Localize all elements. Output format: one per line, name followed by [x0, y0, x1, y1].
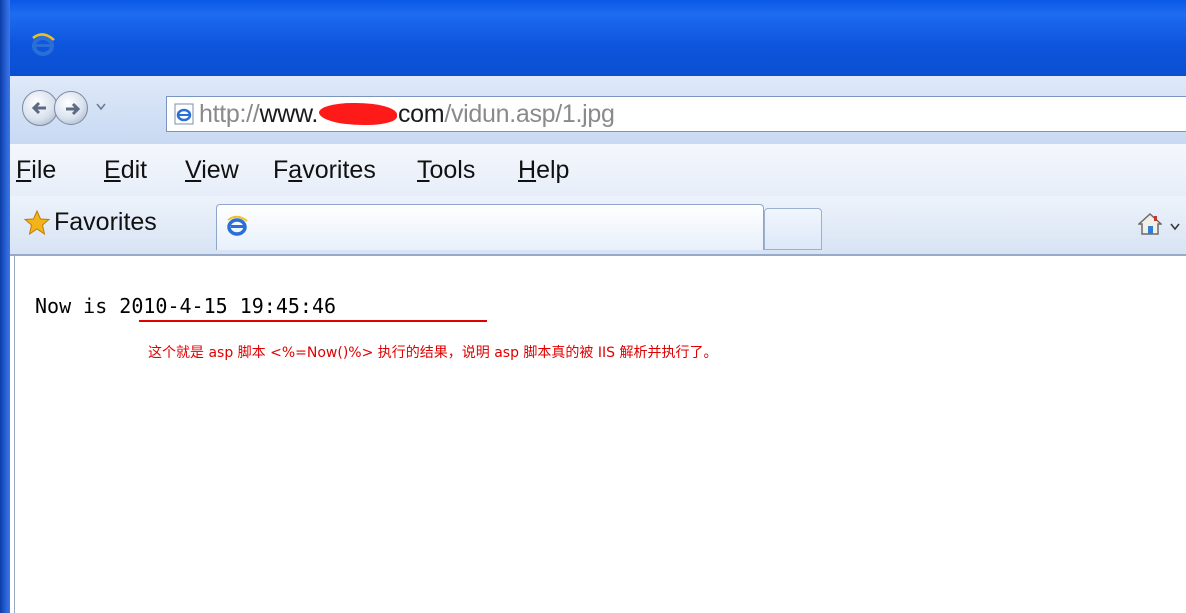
- menu-file[interactable]: File: [16, 156, 56, 185]
- home-icon[interactable]: [1138, 212, 1162, 236]
- url-text: http://www. com/vidun.asp/1.jpg: [199, 100, 615, 128]
- recent-pages-dropdown-icon[interactable]: [96, 103, 106, 111]
- menu-bar: File Edit View Favorites Tools Help: [10, 144, 1186, 197]
- favorites-button[interactable]: Favorites: [54, 208, 157, 237]
- back-button[interactable]: [22, 90, 58, 126]
- page-content: Now is 2010-4-15 19:45:46 这个就是 asp 脚本 <%…: [14, 256, 1186, 613]
- redaction-mark: [318, 103, 397, 125]
- address-bar: http://www. com/vidun.asp/1.jpg: [10, 76, 1186, 145]
- back-arrow-icon: [31, 101, 46, 115]
- menu-favorites[interactable]: Favorites: [273, 156, 376, 185]
- forward-button[interactable]: [54, 91, 88, 125]
- annotation-text: 这个就是 asp 脚本 <%=Now()%> 执行的结果，说明 asp 脚本真的…: [148, 345, 718, 361]
- tab-current[interactable]: [216, 204, 764, 250]
- menu-tools[interactable]: Tools: [417, 156, 475, 185]
- menu-view[interactable]: View: [185, 156, 239, 185]
- url-input[interactable]: http://www. com/vidun.asp/1.jpg: [166, 96, 1186, 132]
- favorites-bar: Favorites: [10, 196, 1186, 256]
- star-icon: [24, 210, 50, 236]
- title-bar[interactable]: [10, 0, 1186, 76]
- menu-help[interactable]: Help: [518, 156, 569, 185]
- now-output: Now is 2010-4-15 19:45:46: [35, 294, 337, 318]
- menu-edit[interactable]: Edit: [104, 156, 147, 185]
- ie-logo-icon: [32, 33, 55, 56]
- home-dropdown-icon[interactable]: [1170, 223, 1180, 231]
- forward-arrow-icon: [66, 102, 81, 116]
- red-underline: [139, 320, 487, 322]
- window-frame-left: [0, 0, 10, 613]
- ie-page-icon: [227, 215, 248, 236]
- page-icon: [174, 103, 194, 125]
- new-tab-button[interactable]: [764, 208, 822, 250]
